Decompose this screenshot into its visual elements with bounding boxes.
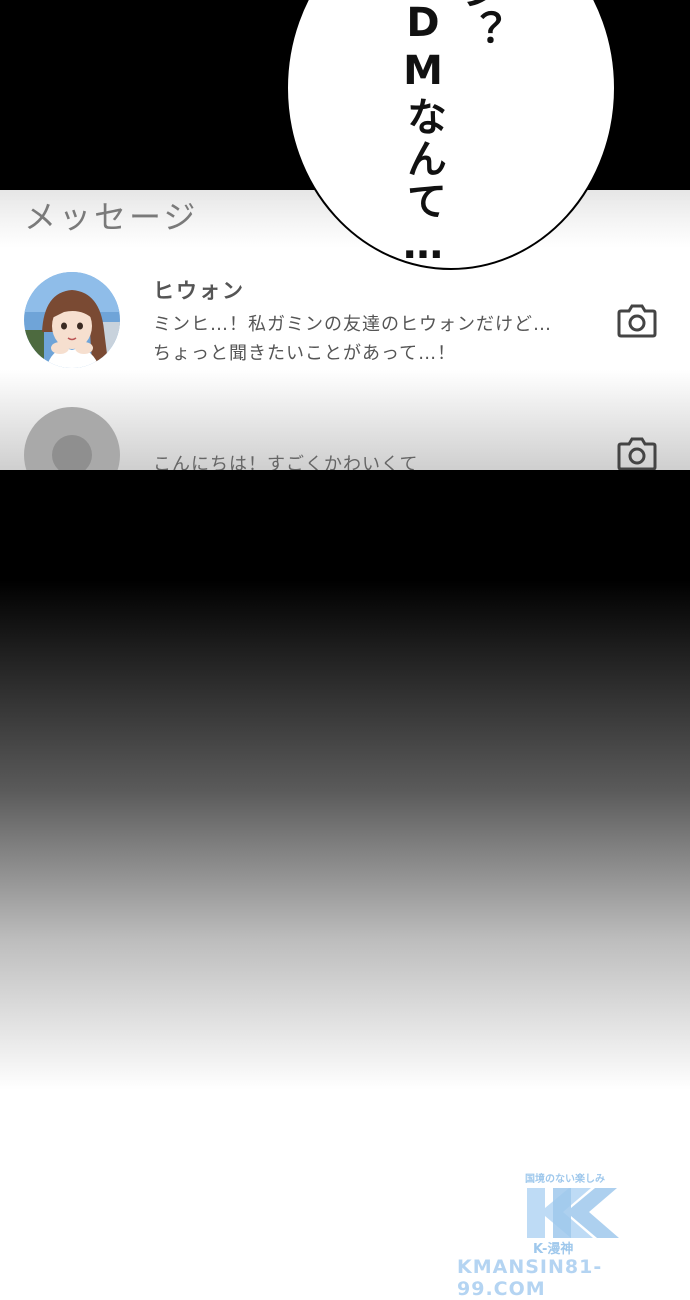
avatar[interactable]: [24, 272, 120, 368]
black-to-white-fade: [0, 470, 690, 1090]
camera-icon[interactable]: [617, 435, 657, 470]
message-preview-line1: こんにちは！すごくかわいくて: [153, 454, 419, 470]
watermark: 国境のない楽しみ K-漫神 KMANSIN81-99.COM: [455, 1170, 685, 1300]
speech-bubble-text-right: ン？: [455, 0, 501, 50]
camera-icon[interactable]: [617, 302, 657, 338]
watermark-subtitle: K-漫神: [533, 1242, 574, 1257]
message-row[interactable]: こんにちは！すごくかわいくて: [0, 405, 690, 470]
watermark-url: KMANSIN81-99.COM: [457, 1256, 603, 1300]
message-row[interactable]: ヒウォン ミンヒ…！私ガミンの友達のヒウォンだけど… ちょっと聞きたいことがあっ…: [0, 270, 690, 370]
k-logo-icon: [527, 1188, 619, 1238]
speech-bubble-text-left: DMなんて…: [400, 0, 446, 270]
default-avatar[interactable]: [24, 407, 120, 470]
message-preview-line2: ちょっと聞きたいことがあって…！: [153, 343, 457, 364]
sender-name: ヒウォン: [153, 279, 245, 303]
message-preview-line1: ミンヒ…！私ガミンの友達のヒウォンだけど…: [153, 314, 552, 335]
default-avatar-icon: [52, 435, 92, 470]
speech-bubble: [286, 0, 616, 270]
girl-avatar-illustration: [24, 272, 120, 368]
watermark-tagline: 国境のない楽しみ: [525, 1174, 605, 1185]
messages-title: メッセージ: [24, 198, 199, 236]
